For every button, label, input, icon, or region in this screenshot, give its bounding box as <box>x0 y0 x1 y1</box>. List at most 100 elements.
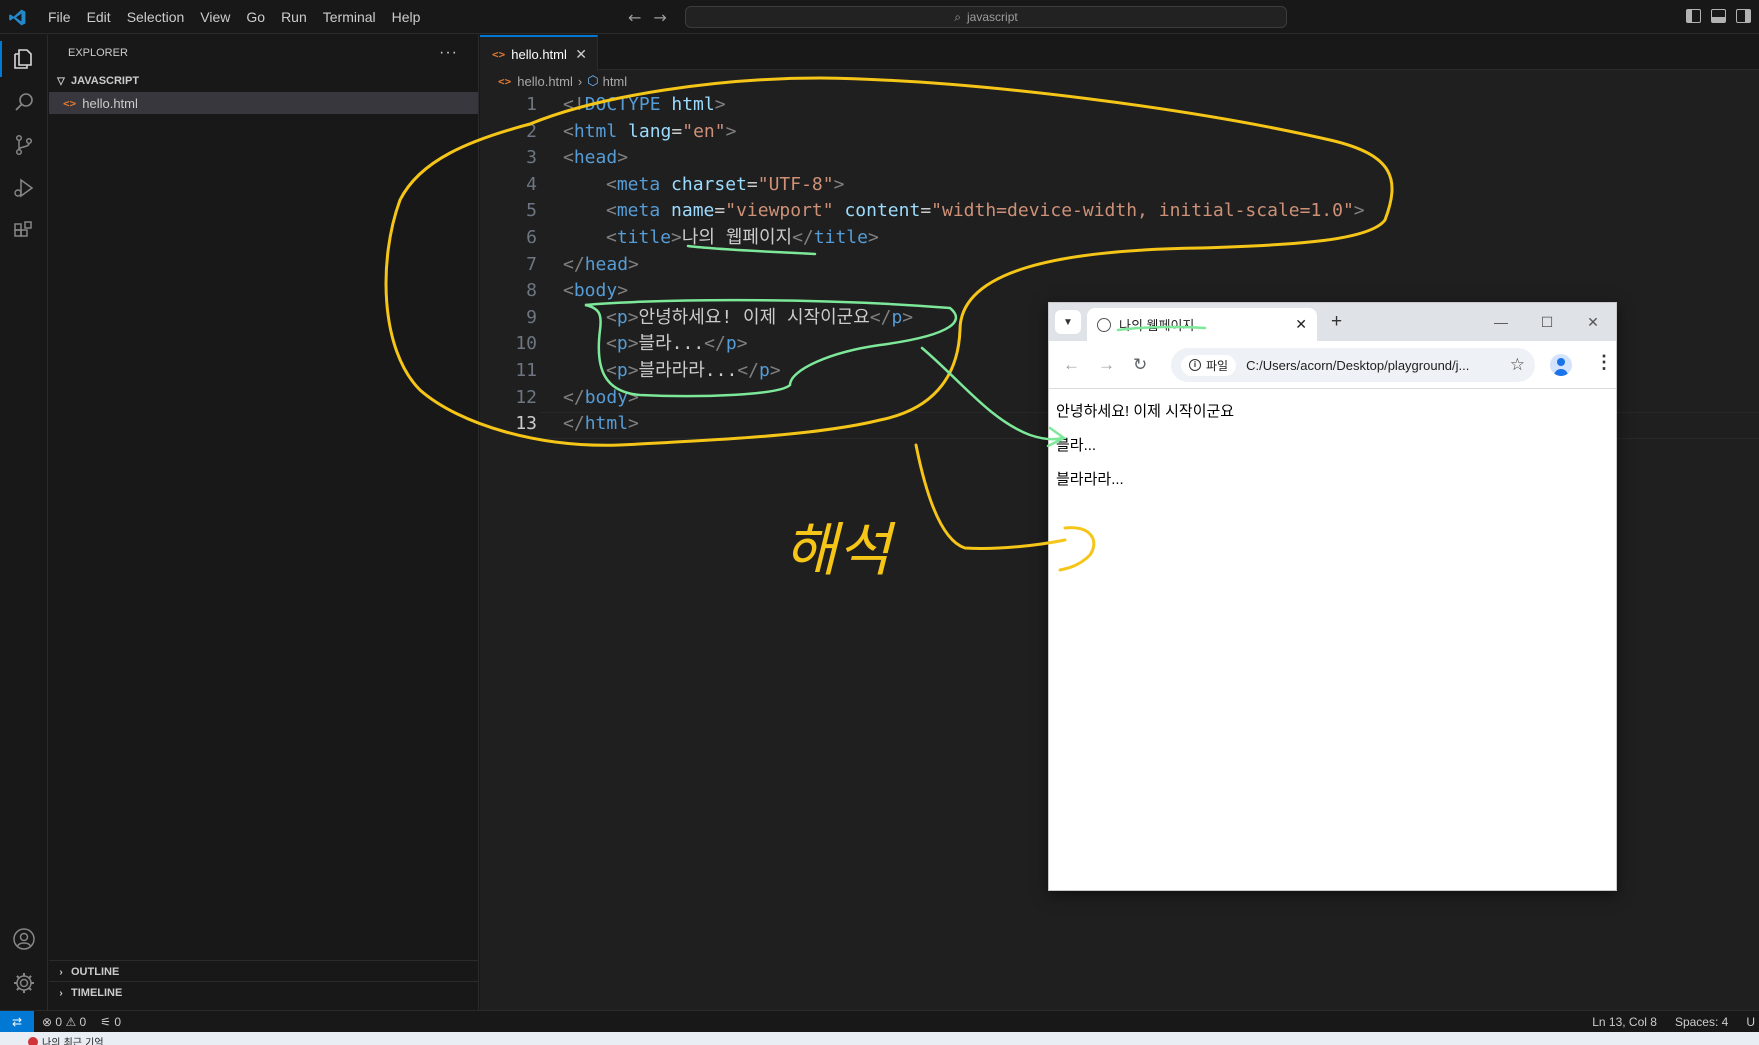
error-icon: ⊗ <box>42 1015 53 1029</box>
file-label: hello.html <box>82 95 138 111</box>
code-line: 3 <head> <box>526 147 629 169</box>
browser-page-content: 안녕하세요! 이제 시작이군요 블라... 블라라라... <box>1049 389 1616 489</box>
os-taskbar: 나의 최근 기억 <box>0 1032 1759 1045</box>
window-controls: — ☐ ✕ <box>1478 303 1616 341</box>
close-window-icon[interactable]: ✕ <box>1570 303 1616 341</box>
browser-toolbar: ← → ↻ i 파일 C:/Users/acorn/Desktop/playgr… <box>1049 341 1616 389</box>
ports-indicator[interactable]: ⚟ 0 <box>100 1015 121 1029</box>
layout-controls <box>1686 9 1751 23</box>
menu-run[interactable]: Run <box>273 0 315 34</box>
site-info-chip[interactable]: i 파일 <box>1181 354 1237 376</box>
run-debug-icon[interactable] <box>0 164 48 212</box>
problems-indicator[interactable]: ⊗ 0 ⚠ 0 <box>42 1015 86 1029</box>
history-nav: ← → <box>628 8 667 27</box>
editor-tabs: <> hello.html ✕ <box>480 35 1759 71</box>
title-bar: File Edit Selection View Go Run Terminal… <box>0 0 1759 34</box>
explorer-header: EXPLORER ··· <box>49 35 478 70</box>
close-tab-icon[interactable]: ✕ <box>1295 316 1307 333</box>
maximize-icon[interactable]: ☐ <box>1524 303 1570 341</box>
page-paragraph: 블라라라... <box>1056 471 1124 488</box>
browser-window: ▼ 나의 웹페이지 ✕ + — ☐ ✕ ← → ↻ i 파일 C:/Users/… <box>1048 302 1617 891</box>
close-icon[interactable]: ✕ <box>575 46 587 63</box>
source-control-icon[interactable] <box>0 121 48 169</box>
menu-file[interactable]: File <box>40 0 79 34</box>
tab-label: hello.html <box>511 46 567 62</box>
warning-icon: ⚠ <box>65 1015 77 1029</box>
outline-section[interactable]: › OUTLINE <box>49 960 479 983</box>
forward-arrow-icon[interactable]: → <box>1098 355 1115 375</box>
more-actions-icon[interactable]: ··· <box>439 44 458 62</box>
html-file-icon: <> <box>492 47 506 61</box>
bookmark-star-icon[interactable]: ☆ <box>1510 355 1525 375</box>
menu-help[interactable]: Help <box>384 0 429 34</box>
back-arrow-icon[interactable]: ← <box>628 8 641 27</box>
code-line: 2 <html lang="en"> <box>526 120 737 142</box>
menu-edit[interactable]: Edit <box>79 0 119 34</box>
toggle-primary-sidebar-icon[interactable] <box>1686 9 1701 23</box>
browser-menu-icon[interactable]: ⋮ <box>1595 352 1613 373</box>
breadcrumb: <> hello.html › ⬡ html <box>480 70 1759 92</box>
status-bar: ⇄ ⊗ 0 ⚠ 0 ⚟ 0 Ln 13, Col 8 Spaces: 4 U <box>0 1010 1759 1033</box>
tab-hello-html[interactable]: <> hello.html ✕ <box>480 35 598 71</box>
code-line: 7 </head> <box>526 253 639 275</box>
status-right: Ln 13, Col 8 Spaces: 4 U <box>1592 1011 1759 1033</box>
profile-avatar-icon[interactable] <box>1550 354 1572 376</box>
code-line: 4 <meta charset="UTF-8"> <box>526 173 845 195</box>
page-paragraph: 블라... <box>1056 437 1097 454</box>
chevron-right-icon: › <box>59 987 63 999</box>
explorer-icon[interactable] <box>0 35 48 83</box>
chevron-down-icon: ▽ <box>57 75 65 87</box>
address-url: C:/Users/acorn/Desktop/playground/j... <box>1246 357 1470 373</box>
search-icon[interactable] <box>0 78 48 126</box>
breadcrumb-symbol[interactable]: html <box>603 74 628 89</box>
folder-javascript[interactable]: ▽ JAVASCRIPT <box>49 70 478 92</box>
broadcast-icon: ⚟ <box>100 1015 111 1029</box>
browser-nav: ← → ↻ <box>1049 355 1147 375</box>
chevron-right-icon: › <box>59 966 63 978</box>
new-tab-plus-icon[interactable]: + <box>1331 311 1342 333</box>
cube-symbol-icon: ⬡ <box>587 73 599 88</box>
menu-selection[interactable]: Selection <box>119 0 193 34</box>
menu-bar: File Edit Selection View Go Run Terminal… <box>40 0 428 34</box>
activity-bar <box>0 35 48 1010</box>
encoding[interactable]: U <box>1746 1015 1755 1029</box>
extensions-icon[interactable] <box>0 207 48 255</box>
breadcrumb-file[interactable]: hello.html <box>517 74 573 89</box>
tab-search-chevron-icon[interactable]: ▼ <box>1055 310 1081 334</box>
address-bar[interactable]: i 파일 C:/Users/acorn/Desktop/playground/j… <box>1171 348 1535 382</box>
forward-arrow-icon[interactable]: → <box>653 8 666 27</box>
chevron-right-icon: › <box>577 73 583 89</box>
remote-indicator-icon[interactable]: ⇄ <box>0 1011 34 1033</box>
reload-icon[interactable]: ↻ <box>1133 355 1147 375</box>
cursor-position[interactable]: Ln 13, Col 8 <box>1592 1015 1657 1029</box>
outline-label: OUTLINE <box>71 966 120 978</box>
code-line: 8 <body> <box>526 280 629 302</box>
code-line: 6 <title>나의 웹페이지</title> <box>526 226 879 248</box>
timeline-section[interactable]: › TIMELINE <box>49 981 479 1004</box>
taskbar-item[interactable]: 나의 최근 기억 <box>28 1034 104 1045</box>
status-left: ⊗ 0 ⚠ 0 ⚟ 0 <box>42 1011 121 1033</box>
command-center[interactable]: ⌕ javascript <box>685 6 1287 28</box>
menu-go[interactable]: Go <box>238 0 273 34</box>
back-arrow-icon[interactable]: ← <box>1063 355 1080 375</box>
code-line: 1 <!DOCTYPE html> <box>526 94 726 115</box>
file-item-hello-html[interactable]: <> hello.html <box>49 92 478 114</box>
settings-gear-icon[interactable] <box>0 959 48 1007</box>
indentation[interactable]: Spaces: 4 <box>1675 1015 1728 1029</box>
page-paragraph: 안녕하세요! 이제 시작이군요 <box>1056 403 1235 420</box>
minimize-icon[interactable]: — <box>1478 303 1524 341</box>
info-icon: i <box>1189 359 1201 371</box>
menu-view[interactable]: View <box>192 0 238 34</box>
toggle-secondary-sidebar-icon[interactable] <box>1736 9 1751 23</box>
accounts-icon[interactable] <box>0 915 48 963</box>
notification-badge <box>28 1036 38 1045</box>
menu-terminal[interactable]: Terminal <box>315 0 384 34</box>
globe-icon <box>1097 317 1111 332</box>
html-file-icon: <> <box>63 96 77 110</box>
site-info-label: 파일 <box>1206 358 1229 373</box>
toggle-panel-icon[interactable] <box>1711 9 1726 23</box>
browser-tab[interactable]: 나의 웹페이지 ✕ <box>1087 308 1317 341</box>
html-file-icon: <> <box>498 74 512 88</box>
folder-label: JAVASCRIPT <box>71 75 140 87</box>
explorer-title: EXPLORER <box>68 46 128 59</box>
